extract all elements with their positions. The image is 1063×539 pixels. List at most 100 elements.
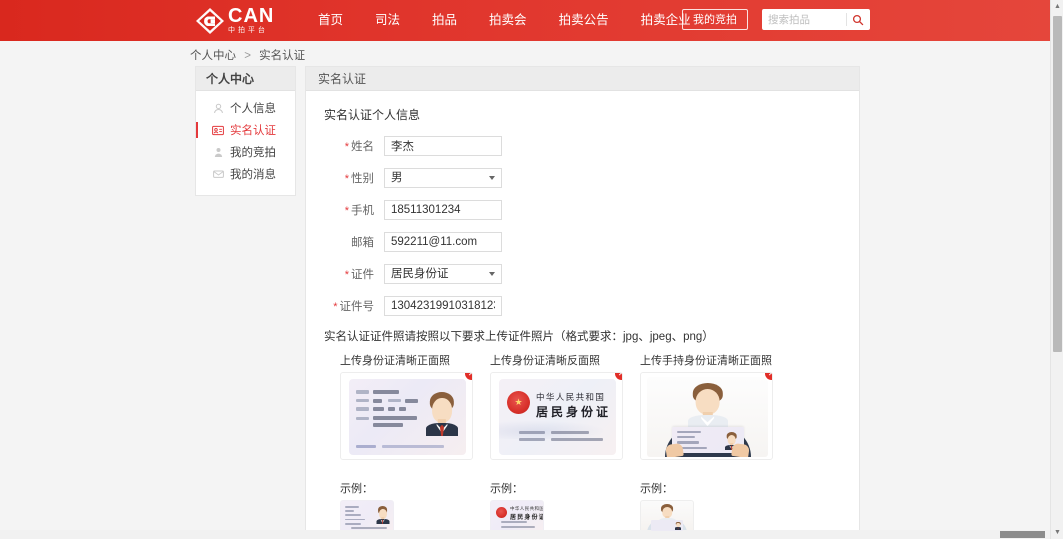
sidebar-item-label: 个人信息 [230, 103, 276, 115]
my-bid-button[interactable]: 我的竞拍 [682, 9, 748, 30]
field-control-gender: 男 [384, 168, 502, 188]
id-type-select-value: 居民身份证 [391, 268, 449, 280]
vertical-scrollbar-thumb[interactable] [1053, 16, 1062, 352]
gender-select[interactable]: 男 [384, 168, 502, 188]
upload-section: 上传身份证清晰正面照 上传身份证清晰反面照 ★ 中华人民共和国 居民身份证 上传… [340, 352, 859, 460]
field-row-gender: * 性别 男 [322, 165, 859, 191]
close-circle-icon[interactable]: ✕ [615, 373, 622, 380]
upload-label: 上传身份证清晰反面照 [490, 355, 600, 367]
field-row-phone: * 手机 [322, 197, 859, 223]
upload-block-id-front: 上传身份证清晰正面照 [340, 352, 490, 460]
sidebar-item-label: 我的消息 [230, 169, 276, 181]
id-back-info-lines [519, 430, 603, 445]
email-input[interactable] [384, 232, 502, 252]
id-back-nation-text: 中华人民共和国 [536, 393, 606, 403]
field-label-idtype: * 证件 [344, 269, 374, 281]
id-number-input[interactable] [384, 296, 502, 316]
breadcrumb-separator: > [244, 50, 251, 62]
id-card-back-image: 中华人民共和国 居民身份证 [499, 379, 616, 455]
upload-block-id-back: 上传身份证清晰反面照 中华人民共和国 居民身份证 ✕ [490, 352, 640, 460]
field-row-email: 邮箱 [322, 229, 859, 255]
sidebar-item-personal-info[interactable]: 个人信息 [196, 97, 295, 119]
chevron-down-icon [489, 272, 495, 276]
example-label: 示例： [640, 483, 673, 495]
id-front-portrait [426, 392, 458, 436]
example-title-text: 居民身份证 [510, 514, 544, 521]
holder-portrait [687, 383, 728, 429]
main-panel: 实名认证 实名认证个人信息 *姓名 *性别 男 [305, 66, 860, 539]
field-control-idnumber [384, 296, 502, 316]
nav-item-3[interactable]: 拍卖会 [473, 0, 543, 41]
required-mark: * [344, 269, 349, 281]
user-icon [212, 102, 224, 114]
name-input[interactable] [384, 136, 502, 156]
close-circle-icon[interactable]: ✕ [465, 373, 472, 380]
upload-block-id-hold: 上传手持身份证清晰正面照 [640, 352, 790, 460]
example-thumb-id-back: 中华人民共和国 居民身份证 [490, 500, 544, 534]
page-root: CAN 中 拍 平 台 首页 司法 拍品 拍卖会 拍卖公告 拍卖企业 我的竞拍 [0, 0, 1063, 539]
field-control-name [384, 136, 502, 156]
sidebar-item-my-bids[interactable]: 我的竞拍 [196, 141, 295, 163]
search-input[interactable] [762, 10, 846, 29]
holder-left-hand [665, 442, 684, 457]
examples-section: 示例： 示例： 中华人民共和国 居民身份证 示例： [340, 480, 859, 534]
sidebar-item-label: 实名认证 [230, 125, 276, 137]
site-logo[interactable]: CAN 中 拍 平 台 [195, 5, 303, 36]
gender-select-value: 男 [391, 172, 403, 184]
nav-item-0[interactable]: 首页 [308, 0, 359, 41]
upload-preview-id-back[interactable]: 中华人民共和国 居民身份证 ✕ [490, 372, 623, 460]
phone-input[interactable] [384, 200, 502, 220]
vertical-scrollbar[interactable]: ▲ ▼ [1050, 0, 1063, 539]
sidebar-title: 个人中心 [196, 67, 295, 91]
logo-text: CAN 中 拍 平 台 [228, 6, 274, 35]
breadcrumb-root[interactable]: 个人中心 [190, 50, 236, 62]
sidebar-item-label: 我的竞拍 [230, 147, 276, 159]
header-inner: CAN 中 拍 平 台 首页 司法 拍品 拍卖会 拍卖公告 拍卖企业 我的竞拍 [190, 0, 870, 41]
example-label: 示例： [490, 483, 523, 495]
search-box [762, 9, 870, 30]
example-id-front: 示例： [340, 480, 490, 534]
example-thumb-id-hold [640, 500, 694, 534]
example-label: 示例： [340, 483, 373, 495]
sidebar-item-my-messages[interactable]: 我的消息 [196, 163, 295, 185]
scroll-down-arrow-icon[interactable]: ▼ [1051, 526, 1063, 539]
id-card-front-image [349, 379, 466, 455]
field-row-name: * 姓名 [322, 133, 859, 159]
field-label-idnumber: * 证件号 [333, 301, 374, 313]
required-mark: * [344, 205, 349, 217]
upload-preview-id-hold[interactable]: ✕ [640, 372, 773, 460]
sidebar: 个人中心 个人信息 实名认证 我的竞拍 我的消息 [195, 66, 296, 196]
can-logo-icon [195, 7, 225, 35]
example-thumb-id-front [340, 500, 394, 534]
scroll-up-arrow-icon[interactable]: ▲ [1051, 0, 1063, 13]
site-header: CAN 中 拍 平 台 首页 司法 拍品 拍卖会 拍卖公告 拍卖企业 我的竞拍 [0, 0, 1051, 41]
nav-item-2[interactable]: 拍品 [416, 0, 473, 41]
example-held-portrait [675, 521, 681, 530]
header-actions: 我的竞拍 [682, 9, 870, 30]
field-label-gender: * 性别 [344, 173, 374, 185]
field-control-idtype: 居民身份证 [384, 264, 502, 284]
nav-item-4[interactable]: 拍卖公告 [543, 0, 625, 41]
horizontal-scrollbar[interactable] [0, 530, 1050, 539]
nav-item-1[interactable]: 司法 [359, 0, 416, 41]
required-mark: * [344, 173, 349, 185]
panel-title: 实名认证 [306, 67, 859, 91]
person-icon [212, 146, 224, 158]
search-icon[interactable] [847, 9, 870, 30]
upload-notice: 实名认证证件照请按照以下要求上传证件照片（格式要求：jpg、jpeg、png） [324, 331, 714, 343]
upload-preview-id-front[interactable]: ✕ [340, 372, 473, 460]
national-emblem-icon [507, 391, 530, 414]
holding-id-image [647, 377, 768, 457]
required-mark: * [333, 301, 338, 313]
id-card-icon [212, 124, 224, 136]
logo-subtitle: 中 拍 平 台 [228, 26, 266, 34]
upload-label: 上传身份证清晰正面照 [340, 355, 450, 367]
id-type-select[interactable]: 居民身份证 [384, 264, 502, 284]
example-id-back: 示例： 中华人民共和国 居民身份证 [490, 480, 640, 534]
id-front-text-lines [356, 390, 418, 431]
sidebar-list: 个人信息 实名认证 我的竞拍 我的消息 [196, 91, 295, 195]
chevron-down-icon [489, 176, 495, 180]
section-title: 实名认证个人信息 [324, 108, 421, 122]
sidebar-item-realname-auth[interactable]: 实名认证 [196, 119, 295, 141]
horizontal-scrollbar-thumb[interactable] [1000, 531, 1045, 538]
